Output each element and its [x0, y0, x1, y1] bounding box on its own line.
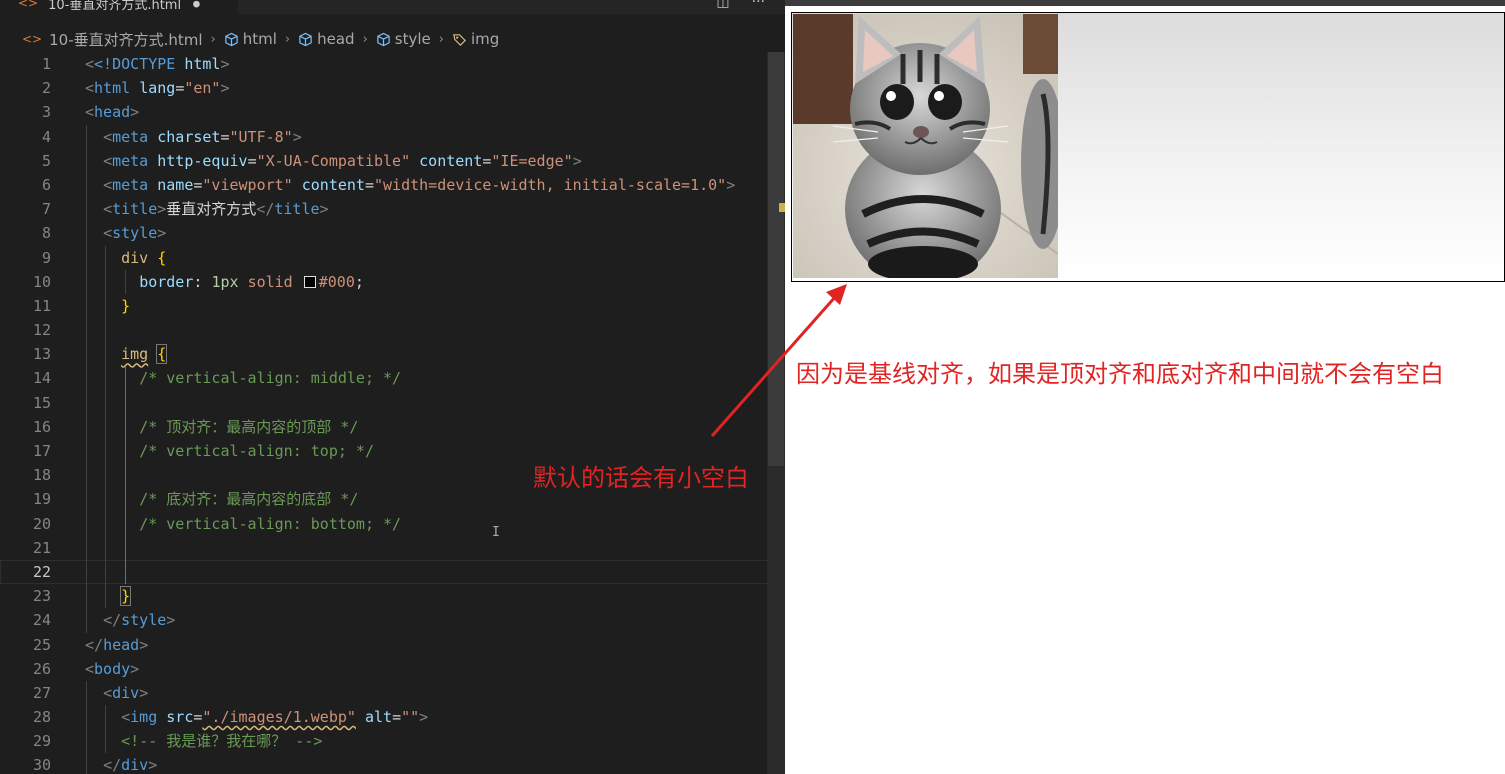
line-number: 20: [32, 514, 51, 533]
line-number: 8: [41, 224, 51, 243]
unsaved-dot-icon[interactable]: ●: [193, 0, 200, 10]
code-line: 20 /* vertical-align: bottom; */: [0, 511, 785, 536]
line-number: 11: [32, 296, 51, 315]
code-editor[interactable]: <> 10-垂直对齐方式.html ● ◫ ··· <> 10-垂直对齐方式.ht…: [0, 0, 785, 774]
code-line: 5 <meta http-equiv="X-UA-Compatible" con…: [0, 148, 785, 173]
code-line: 15: [0, 390, 785, 415]
code-line: 29 <!-- 我是谁？我在哪？ -->: [0, 729, 785, 754]
selector-tag-icon: [453, 33, 466, 46]
line-number: 15: [32, 393, 51, 412]
code-line: 16 /* 顶对齐：最高内容的顶部 */: [0, 414, 785, 439]
code-line-current: 22: [0, 559, 785, 585]
html-file-icon: <>: [18, 0, 39, 10]
text-cursor-icon: I: [492, 525, 500, 540]
line-number: 16: [32, 417, 51, 436]
code-line: 26 <body>: [0, 657, 785, 681]
line-number: 26: [32, 659, 51, 678]
code-line: 12: [0, 318, 785, 343]
editor-actions: ◫ ···: [716, 0, 765, 10]
line-number: 17: [32, 442, 51, 460]
line-number: 12: [32, 321, 51, 340]
line-number: 30: [32, 756, 51, 774]
annotation-baseline-note: 因为是基线对齐，如果是顶对齐和底对齐和中间就不会有空白: [796, 360, 1444, 388]
line-number: 4: [41, 127, 51, 146]
code-line: 24 </style>: [0, 608, 785, 633]
preview-top-edge: [785, 0, 1505, 6]
line-number: 24: [32, 611, 51, 630]
line-number: 13: [32, 345, 51, 364]
kitten-image: [793, 14, 1058, 278]
code-line: 3 <head>: [0, 100, 785, 124]
line-number: 14: [32, 369, 51, 388]
more-actions-icon[interactable]: ···: [752, 0, 765, 10]
line-number: 7: [41, 200, 51, 219]
code-line: 10 border: 1px solid #000;: [0, 269, 785, 294]
line-number: 5: [41, 151, 51, 170]
html-file-icon: <>: [22, 32, 43, 46]
code-line: 28 <img src="./images/1.webp" alt="">: [0, 705, 785, 730]
line-number: 19: [32, 490, 51, 509]
line-number: 10: [32, 272, 51, 291]
breadcrumb-html[interactable]: html: [224, 30, 277, 48]
element-cube-icon: [299, 32, 312, 46]
code-line: 25 </head>: [0, 633, 785, 657]
split-editor-icon[interactable]: ◫: [716, 0, 729, 10]
tab-file[interactable]: <> 10-垂直对齐方式.html ●: [0, 0, 238, 14]
tab-label: 10-垂直对齐方式.html: [48, 0, 182, 13]
line-number: 25: [32, 635, 51, 654]
code-line: 9 div {: [0, 245, 785, 270]
code-line: 13 img {: [0, 342, 785, 367]
chevron-right-icon: ›: [284, 31, 291, 47]
scrollbar-thumb[interactable]: [768, 52, 784, 466]
line-number: 22: [32, 562, 51, 581]
code-line: 4 <meta charset="UTF-8">: [0, 124, 785, 149]
line-number: 1: [41, 55, 51, 73]
element-cube-icon: [225, 32, 238, 46]
line-number: 9: [41, 248, 51, 267]
code-line: 14 /* vertical-align: middle; */: [0, 366, 785, 391]
line-number: 27: [32, 683, 51, 702]
code-line: 2 <html lang="en">: [0, 76, 785, 100]
tab-bar: <> 10-垂直对齐方式.html ● ◫ ···: [0, 0, 785, 14]
code-line: 11 }: [0, 293, 785, 319]
code-area[interactable]: 1 <<!DOCTYPE html> 2 <html lang="en"> 3 <he…: [0, 52, 785, 774]
code-line: 6 <meta name="viewport" content="width=d…: [0, 172, 785, 198]
code-line: 1 <<!DOCTYPE html>: [0, 52, 785, 76]
line-number: 6: [41, 175, 51, 194]
element-cube-icon: [377, 32, 390, 46]
code-line: 27 <div>: [0, 680, 785, 706]
line-number: 18: [32, 466, 51, 485]
line-number: 23: [32, 587, 51, 606]
chevron-right-icon: ›: [210, 31, 216, 47]
chevron-right-icon: ›: [438, 31, 444, 47]
code-line: 7 <title>垂直对齐方式</title>: [0, 197, 785, 222]
line-number: 29: [32, 732, 51, 751]
color-swatch-icon[interactable]: [303, 275, 316, 288]
code-line: 21: [0, 535, 785, 560]
breadcrumb-img[interactable]: img: [452, 30, 499, 48]
breadcrumb: <> 10-垂直对齐方式.html › html › head › style ›…: [22, 29, 499, 49]
breadcrumb-style[interactable]: style: [376, 30, 431, 48]
line-number: 21: [32, 538, 51, 557]
line-number: 3: [41, 103, 51, 122]
code-line: 23 }: [0, 584, 785, 609]
line-number: 28: [32, 708, 51, 727]
line-number: 2: [41, 79, 51, 98]
chevron-right-icon: ›: [362, 31, 368, 47]
breadcrumb-file[interactable]: <> 10-垂直对齐方式.html: [22, 29, 203, 50]
bordered-div: [791, 12, 1505, 282]
code-line: 8 <style>: [0, 221, 785, 246]
breadcrumb-head[interactable]: head: [298, 30, 355, 48]
annotation-gap-note: 默认的话会有小空白: [533, 464, 749, 492]
code-line: 30 </div>: [0, 753, 785, 774]
